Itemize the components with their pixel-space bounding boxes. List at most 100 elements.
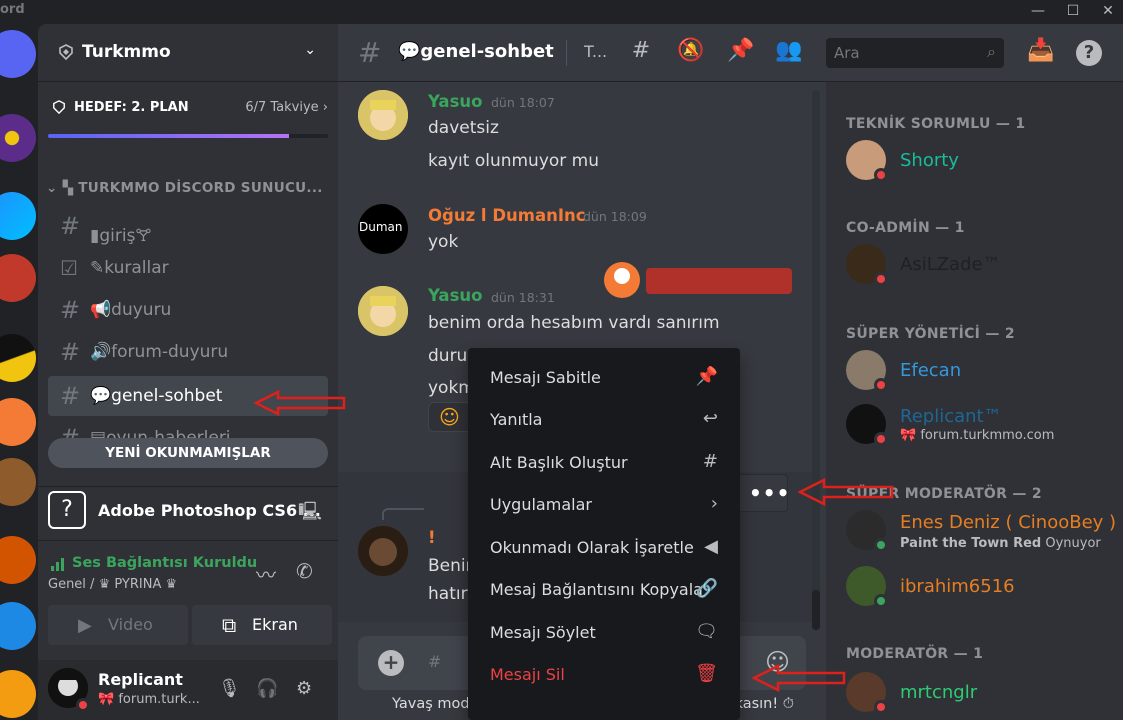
channel-title: 💬genel-sohbet — [398, 41, 554, 62]
voice-status[interactable]: Ses Bağlantısı Kuruldu — [72, 555, 257, 571]
hash-icon: # — [60, 212, 81, 240]
inbox-icon[interactable]: 📥 — [1026, 38, 1056, 68]
help-icon[interactable]: ? — [1076, 40, 1102, 66]
menu-item-speak[interactable]: Mesajı Söylet 🗨 — [476, 613, 732, 653]
voice-channel[interactable]: Genel / ♛ PYRINA ♛ — [48, 577, 177, 592]
close-icon[interactable]: ✕ — [1093, 0, 1123, 22]
message-author[interactable]: Yasuo — [428, 286, 482, 305]
dnd-status-icon — [874, 272, 888, 286]
member-item[interactable]: AsiLZade™ — [846, 244, 1116, 290]
message-author[interactable]: Oğuz l DumanInc — [428, 206, 586, 225]
server-icon[interactable] — [0, 192, 36, 240]
goal-progress-bar — [48, 134, 328, 138]
member-list-icon[interactable]: 👥 — [774, 38, 804, 68]
menu-item-mark-unread[interactable]: Okunmadı Olarak İşaretle ◀ — [476, 528, 732, 568]
server-icon[interactable] — [0, 458, 36, 506]
headphones-icon[interactable]: 🎧 — [256, 678, 278, 699]
menu-item-create-thread[interactable]: Alt Başlık Oluştur # — [476, 443, 732, 483]
server-icon[interactable] — [0, 254, 36, 302]
server-rail — [0, 24, 38, 720]
member-name: Replicant™ — [900, 406, 1002, 427]
menu-item-apps[interactable]: Uygulamalar › — [476, 485, 732, 525]
dnd-status-icon — [874, 168, 888, 182]
message-author[interactable]: ! — [428, 528, 436, 547]
member-item[interactable]: Enes Deniz ( CinooBey ) Paint the Town R… — [846, 510, 1116, 556]
server-header[interactable]: Turkmmo ⌄ — [38, 24, 338, 82]
member-item[interactable]: Shorty — [846, 140, 1116, 186]
member-item[interactable]: ibrahim6516 — [846, 566, 1116, 612]
channel-sidebar: Turkmmo ⌄ HEDEF: 2. PLAN 6/7 Takviye › ⌄… — [38, 24, 338, 720]
threads-icon[interactable]: # — [626, 38, 656, 68]
mute-bell-icon[interactable]: 🔕 — [676, 38, 706, 68]
channel-topic[interactable]: T... — [584, 42, 607, 61]
add-reaction-button[interactable]: ☺ — [428, 402, 472, 432]
server-icon[interactable] — [0, 536, 36, 584]
dnd-status-icon — [874, 432, 888, 446]
home-icon[interactable] — [0, 30, 36, 78]
chat-scrollbar[interactable] — [812, 90, 820, 630]
chevron-right-icon: › — [710, 493, 718, 514]
member-item[interactable]: mrtcnglr — [846, 672, 1116, 718]
server-icon[interactable] — [0, 334, 36, 382]
chevron-down-icon[interactable]: ⌄ — [304, 42, 316, 58]
member-name: Shorty — [900, 150, 959, 171]
goal-count: 6/7 Takviye › — [245, 100, 328, 115]
message-time: dün 18:31 — [491, 290, 555, 305]
member-item[interactable]: Replicant™ 🎀 forum.turkmmo.com — [846, 404, 1116, 450]
message-author[interactable]: Yasuo — [428, 92, 482, 111]
avatar[interactable]: Duman — [358, 204, 408, 254]
channel-name: ✎kurallar — [90, 258, 169, 278]
scroll-thumb[interactable] — [812, 590, 820, 630]
maximize-icon[interactable]: ☐ — [1058, 0, 1088, 22]
avatar[interactable] — [358, 90, 408, 140]
member-item[interactable]: Efecan — [846, 350, 1116, 396]
menu-item-delete[interactable]: Mesajı Sil 🗑 — [476, 655, 732, 695]
new-unreads-button[interactable]: YENİ OKUNMAMIŞLAR — [48, 438, 328, 468]
voice-panel: Ses Bağlantısı Kuruldu Genel / ♛ PYRINA … — [38, 540, 338, 660]
settings-gear-icon[interactable]: ⚙ — [296, 678, 312, 699]
server-icon[interactable] — [0, 114, 36, 162]
menu-item-reply[interactable]: Yanıtla ↩ — [476, 400, 732, 440]
thread-icon: # — [702, 451, 718, 472]
goal-label: HEDEF: 2. PLAN — [74, 100, 189, 115]
member-name: AsiLZade™ — [900, 254, 1001, 275]
video-button[interactable]: ▶ Video — [48, 605, 188, 645]
pin-icon[interactable]: 📌 — [726, 38, 756, 68]
search-input[interactable]: Ara ⌕ — [826, 38, 1004, 68]
channel-duyuru[interactable]: # 📢duyuru — [48, 290, 328, 330]
menu-item-label: Mesajı Sil — [490, 665, 565, 684]
server-icon[interactable] — [0, 670, 36, 718]
hash-icon: # — [60, 338, 81, 366]
screen-share-button[interactable]: ⧉ Ekran — [192, 605, 332, 645]
message-time: dün 18:07 — [491, 95, 555, 110]
add-attachment-icon[interactable]: + — [378, 650, 404, 676]
minimize-icon[interactable]: — — [1023, 0, 1053, 22]
microphone-icon[interactable]: 🎙 — [218, 678, 241, 699]
member-name: ibrahim6516 — [900, 576, 1015, 597]
app-brand: ord — [0, 2, 25, 17]
server-icon[interactable] — [0, 602, 36, 650]
noise-suppression-icon[interactable]: 〰 — [256, 559, 276, 588]
channel-giris[interactable]: # ▮giriş🝖 — [48, 206, 328, 246]
message-more-button[interactable]: ••• — [736, 474, 789, 512]
member-name: mrtcnglr — [900, 682, 978, 703]
message-text: yok — [428, 232, 459, 252]
channel-kurallar[interactable]: ☑ ✎kurallar — [48, 248, 328, 288]
rules-checkbox-icon: ☑ — [60, 256, 78, 280]
avatar[interactable] — [358, 526, 408, 576]
composer-placeholder: # — [428, 652, 442, 671]
message-text: hatırl — [428, 584, 473, 604]
dnd-status-icon — [874, 378, 888, 392]
channel-category[interactable]: ⌄ ▚ TURKMMO DİSCORD SUNUCU... — [46, 180, 323, 196]
menu-item-pin[interactable]: Mesajı Sabitle 📌 — [476, 358, 732, 398]
pin-icon: 📌 — [695, 366, 718, 387]
dnd-status-icon — [76, 698, 90, 712]
avatar[interactable] — [358, 286, 408, 336]
channel-forum-duyuru[interactable]: # 🔊forum-duyuru — [48, 332, 328, 372]
boost-icon — [53, 100, 65, 114]
menu-item-copy-link[interactable]: Mesaj Bağlantısını Kopyala 🔗 — [476, 570, 732, 610]
server-icon[interactable] — [0, 398, 36, 446]
screen-share-icon[interactable]: 🖳 — [298, 499, 322, 529]
disconnect-icon[interactable]: ✆ — [296, 559, 313, 583]
search-icon: ⌕ — [987, 42, 996, 61]
